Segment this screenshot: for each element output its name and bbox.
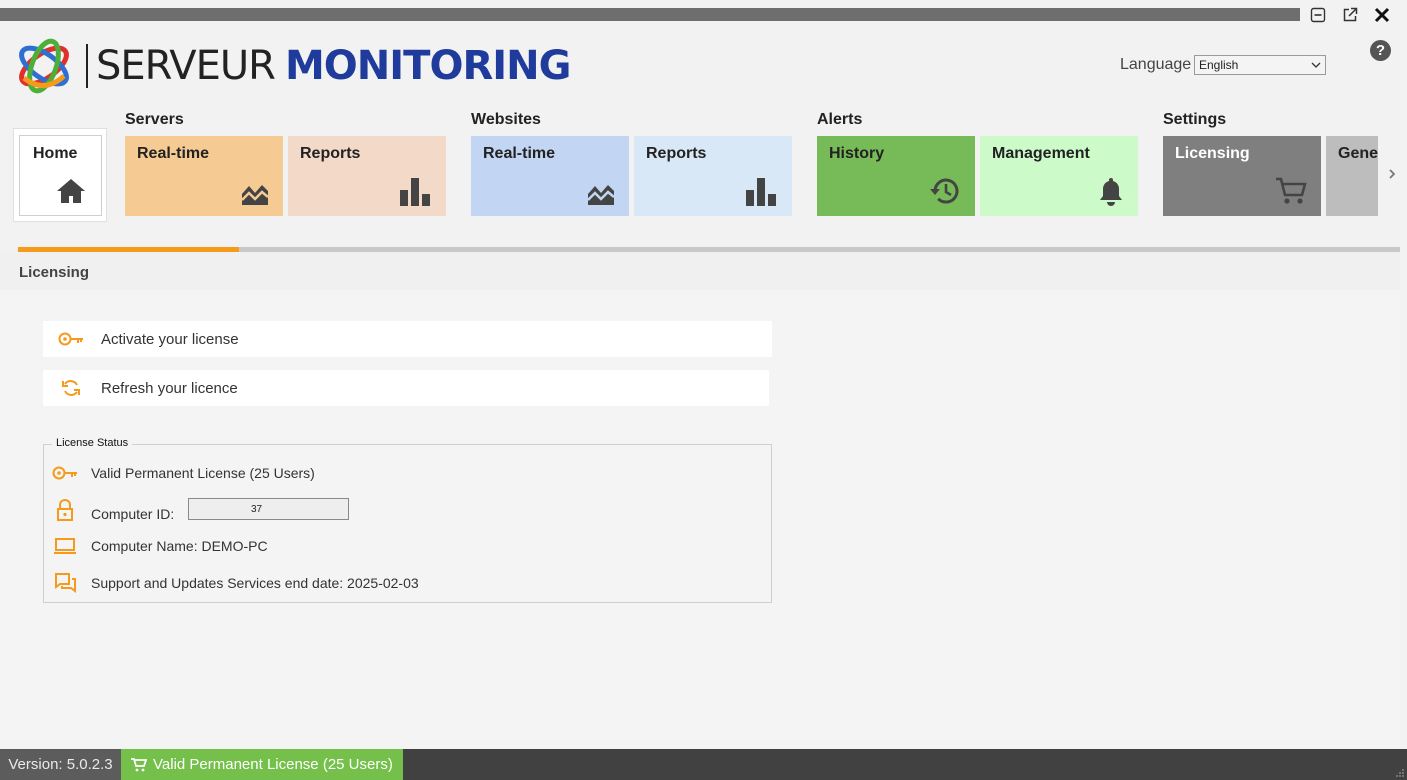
refresh-license-button[interactable]: Refresh your licence	[43, 370, 769, 406]
section-header	[0, 252, 1400, 290]
cart-icon	[131, 757, 147, 771]
tile-label: Real-time	[483, 145, 556, 162]
help-icon[interactable]: ?	[1370, 40, 1391, 61]
logo-word-monitoring: MONITORING	[284, 43, 571, 89]
tile-alerts-management[interactable]: Management	[980, 136, 1138, 216]
minimize-icon[interactable]	[1307, 4, 1329, 26]
license-status-badge[interactable]: Valid Permanent License (25 Users)	[121, 749, 403, 780]
popout-icon[interactable]	[1339, 4, 1361, 26]
title-bar	[0, 8, 1300, 21]
support-end-row: Support and Updates Services end date: 2…	[51, 572, 419, 594]
refresh-icon	[43, 378, 99, 398]
computer-id-field[interactable]: 37	[188, 498, 349, 520]
laptop-icon	[51, 537, 79, 555]
tile-settings-licensing[interactable]: Licensing	[1163, 136, 1321, 216]
tile-settings-general[interactable]: Gener	[1326, 136, 1378, 216]
lock-icon	[51, 499, 79, 521]
cart-icon	[1276, 177, 1307, 204]
app-logo: SERVEUR MONITORING	[14, 36, 571, 96]
computer-id-label: Computer ID:	[91, 506, 175, 522]
group-label-servers: Servers	[125, 111, 184, 128]
activate-license-label: Activate your license	[101, 330, 239, 348]
chat-icon	[51, 572, 79, 594]
tile-home-label: Home	[33, 145, 78, 162]
language-label: Language	[1120, 56, 1192, 73]
tile-alerts-history[interactable]: History	[817, 136, 975, 216]
group-label-websites: Websites	[471, 111, 541, 128]
license-status-badge-label: Valid Permanent License (25 Users)	[153, 756, 393, 773]
tile-home[interactable]: Home	[13, 128, 107, 222]
tile-label: Real-time	[137, 145, 210, 162]
logo-word-serveur: SERVEUR	[96, 43, 276, 89]
language-select[interactable]: English	[1194, 55, 1326, 75]
computer-name-row: Computer Name: DEMO-PC	[51, 537, 268, 555]
tile-websites-reports[interactable]: Reports	[634, 136, 792, 216]
logo-wordmark: SERVEUR MONITORING	[96, 43, 571, 89]
license-status-legend: License Status	[52, 437, 133, 449]
logo-globe-icon	[19, 38, 69, 94]
tile-servers-realtime[interactable]: Real-time	[125, 136, 283, 216]
license-type-row: Valid Permanent License (25 Users)	[51, 465, 315, 481]
tile-label: Reports	[300, 145, 361, 162]
tile-label: History	[829, 145, 885, 162]
chevron-right-icon[interactable]	[1385, 166, 1399, 182]
key-icon	[51, 465, 79, 481]
language-selected-value: English	[1199, 58, 1239, 72]
tile-websites-realtime[interactable]: Real-time	[471, 136, 629, 216]
resize-grip-icon[interactable]	[1394, 767, 1404, 777]
chevron-down-icon	[1311, 62, 1321, 68]
home-icon	[57, 179, 85, 203]
tile-label: Licensing	[1175, 145, 1250, 162]
computer-name-text: Computer Name: DEMO-PC	[91, 538, 268, 554]
bell-icon	[1100, 178, 1122, 206]
tile-home-inner: Home	[19, 135, 102, 216]
tile-label: Management	[992, 145, 1090, 162]
logo-separator	[86, 44, 88, 88]
close-icon[interactable]	[1371, 4, 1393, 26]
page-title: Licensing	[19, 264, 90, 281]
tile-label: Reports	[646, 145, 707, 162]
refresh-license-label: Refresh your licence	[101, 379, 238, 397]
bar-chart-icon	[400, 178, 430, 206]
realtime-chart-icon	[587, 185, 615, 205]
license-type-text: Valid Permanent License (25 Users)	[91, 465, 315, 481]
group-label-settings: Settings	[1163, 111, 1227, 128]
support-end-text: Support and Updates Services end date: 2…	[91, 575, 419, 591]
activate-license-button[interactable]: Activate your license	[43, 321, 772, 357]
group-label-alerts: Alerts	[817, 111, 863, 128]
computer-id-row: Computer ID:	[51, 498, 174, 522]
tile-label: Gener	[1338, 145, 1378, 162]
history-icon	[930, 178, 959, 204]
key-icon	[43, 331, 99, 347]
realtime-chart-icon	[241, 185, 269, 205]
bar-chart-icon	[746, 178, 776, 206]
version-text: Version: 5.0.2.3	[0, 749, 121, 780]
tile-servers-reports[interactable]: Reports	[288, 136, 446, 216]
